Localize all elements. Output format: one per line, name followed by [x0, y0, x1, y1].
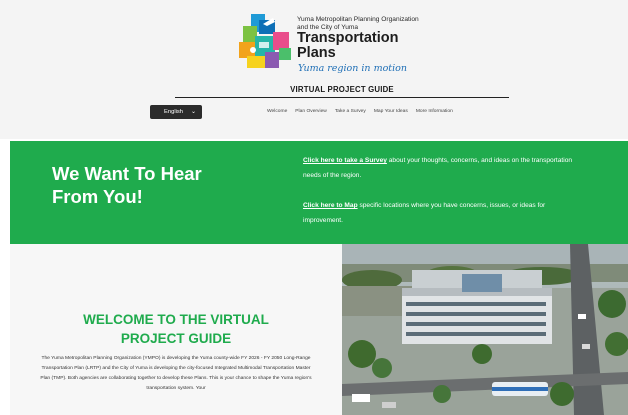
- map-paragraph: Click here to Map specific locations whe…: [303, 198, 581, 228]
- logo-organization: Yuma Metropolitan Planning Organization …: [297, 16, 419, 31]
- guide-title: VIRTUAL PROJECT GUIDE: [290, 85, 394, 94]
- aerial-photo-image: [342, 244, 628, 415]
- nav-more-information[interactable]: More Information: [416, 109, 453, 114]
- language-select[interactable]: English ⌄: [150, 105, 202, 119]
- title-divider: [175, 97, 509, 98]
- logo-title-line1: Transportation: [297, 30, 399, 46]
- logo-title: Transportation Plans: [297, 31, 399, 61]
- aerial-city-photo: [342, 244, 628, 415]
- survey-paragraph: Click here to take a Survey about your t…: [303, 153, 578, 183]
- logo[interactable]: Yuma Metropolitan Planning Organization …: [237, 12, 437, 78]
- welcome-title: WELCOME TO THE VIRTUAL PROJECT GUIDE: [10, 310, 342, 348]
- nav-take-survey[interactable]: Take a Survey: [335, 109, 366, 114]
- main-nav: Welcome Plan Overview Take a Survey Map …: [267, 109, 453, 114]
- transportation-logo-icon: [239, 14, 291, 68]
- welcome-title-line1: WELCOME TO THE VIRTUAL: [83, 312, 269, 327]
- hero-banner: We Want To Hear From You! Click here to …: [10, 141, 628, 244]
- welcome-body: The Yuma Metropolitan Planning Organizat…: [40, 356, 312, 391]
- logo-org-line1: Yuma Metropolitan Planning Organization: [297, 16, 419, 23]
- survey-link[interactable]: Click here to take a Survey: [303, 157, 387, 164]
- nav-map-ideas[interactable]: Map Your Ideas: [374, 109, 408, 114]
- site-header: Yuma Metropolitan Planning Organization …: [0, 0, 628, 139]
- nav-plan-overview[interactable]: Plan Overview: [295, 109, 327, 114]
- welcome-section: WELCOME TO THE VIRTUAL PROJECT GUIDE The…: [10, 244, 342, 415]
- logo-title-line2: Plans: [297, 45, 336, 61]
- welcome-title-line2: PROJECT GUIDE: [120, 331, 232, 346]
- logo-tagline: Yuma region in motion: [298, 63, 407, 74]
- hero-heading: We Want To Hear From You!: [52, 162, 262, 208]
- hero-heading-line2: From You!: [52, 186, 143, 207]
- language-label: English: [164, 109, 184, 115]
- hero-heading-line1: We Want To Hear: [52, 163, 202, 184]
- map-link[interactable]: Click here to Map: [303, 202, 358, 209]
- chevron-down-icon: ⌄: [190, 109, 196, 115]
- nav-welcome[interactable]: Welcome: [267, 109, 287, 114]
